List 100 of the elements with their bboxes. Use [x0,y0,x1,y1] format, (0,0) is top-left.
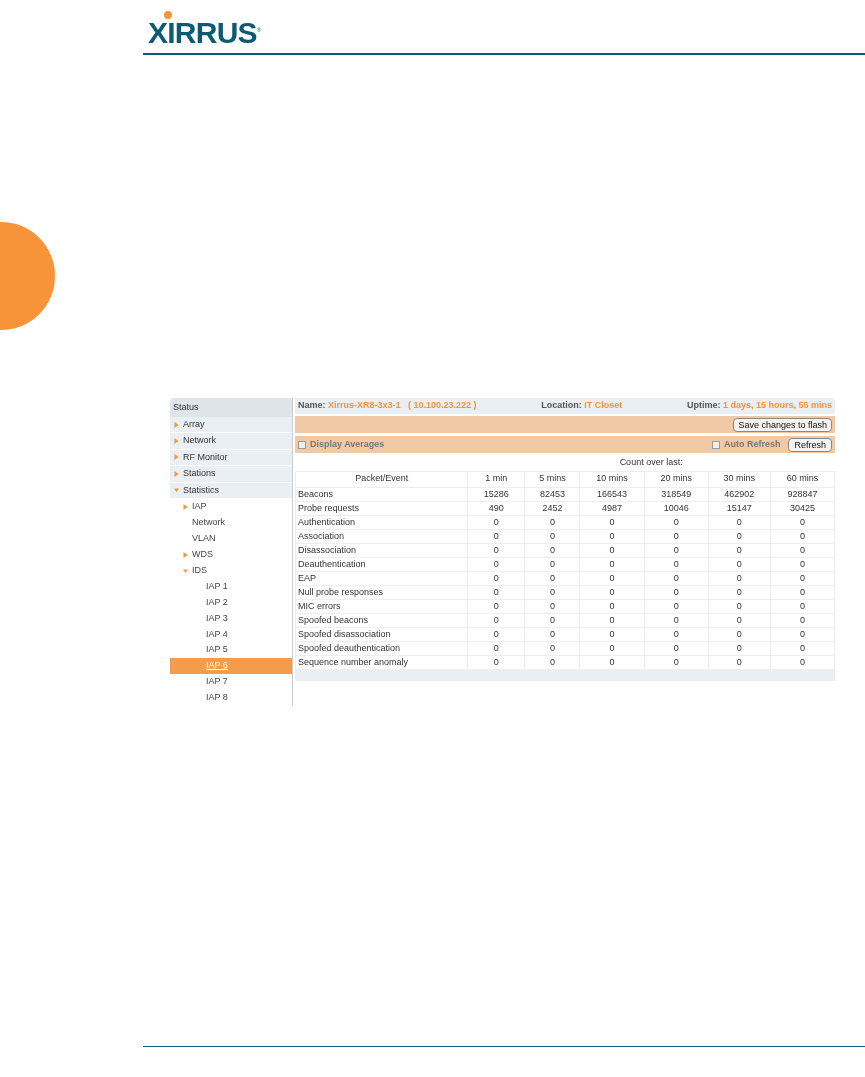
column-header: Packet/Event [295,471,468,487]
table-cell: 318549 [644,487,709,501]
checkbox[interactable] [711,440,720,449]
table-cell: 0 [580,613,645,627]
table-cell: 0 [644,515,709,529]
table-cell: 0 [467,599,525,613]
table-cell: 0 [770,529,835,543]
sidebar-header: Status [170,398,292,417]
location-text: Location: IT Closet [541,399,623,413]
table-cell: 0 [708,543,771,557]
table-cell: 15147 [708,501,771,515]
table-cell: 0 [644,655,709,669]
table-cell: 0 [770,571,835,585]
checkbox-label: Auto Refresh [723,437,781,451]
table-cell: MIC errors [295,599,468,613]
table-cell: 0 [580,585,645,599]
table-cell: 0 [644,599,709,613]
column-header: 30 mins [708,471,771,487]
table-cell: 0 [770,627,835,641]
table-cell: 462902 [708,487,771,501]
table-cell: 0 [708,585,771,599]
column-header: 10 mins [580,471,645,487]
table-cell: 0 [770,599,835,613]
table-cell: Disassociation [295,543,468,557]
table-cell: 0 [708,599,771,613]
sidebar-item[interactable]: Network [170,433,292,450]
table-cell: 166543 [580,487,645,501]
table-cell: 0 [708,515,771,529]
table-cell: 0 [770,641,835,655]
column-header: 1 min [467,471,525,487]
table-cell: 0 [770,613,835,627]
table-cell: 0 [644,557,709,571]
table-cell: EAP [295,571,468,585]
table-cell: 0 [708,613,771,627]
table-cell: 0 [580,641,645,655]
group-header: Count over last: [467,455,835,471]
save-button[interactable]: Save changes to flash [733,417,832,432]
table-cell: 0 [524,599,580,613]
table-cell: 0 [770,585,835,599]
table-cell: 0 [524,585,580,599]
table-cell: 0 [467,655,525,669]
checkbox[interactable] [298,440,306,449]
table-cell: 0 [524,641,580,655]
table-cell: 10046 [644,501,709,515]
table-cell: Sequence number anomaly [295,655,468,669]
table-cell: 0 [644,641,709,655]
table-cell: 0 [644,529,709,543]
table-cell: 0 [580,655,645,669]
table-cell: 0 [467,515,525,529]
table-cell: 0 [770,655,835,669]
column-header: 60 mins [770,471,835,487]
table-cell: 0 [524,515,580,529]
name-text: Name: Xirrus-XR8-3x3-1 ( 10.100.23.222 ) [298,399,477,413]
table-cell: Spoofed disassociation [295,627,468,641]
table-cell: 30425 [770,501,835,515]
table-cell: 0 [467,571,525,585]
table-cell: 0 [580,515,645,529]
refresh-button[interactable]: Refresh [788,437,832,452]
table-cell: 0 [770,557,835,571]
column-header: 5 mins [524,471,580,487]
table-cell: 0 [524,613,580,627]
table-cell: 0 [524,529,580,543]
table-cell: Null probe responses [295,585,468,599]
sidebar-item[interactable]: Stations [170,466,292,483]
table-cell: 928847 [770,487,835,501]
table-cell: 0 [708,641,771,655]
table-cell: 0 [580,571,645,585]
table-cell: Probe requests [295,501,468,515]
table-cell: 0 [467,613,525,627]
logo-text: XIRRUS [148,18,257,48]
table-cell: 0 [467,585,525,599]
table-cell: 0 [467,557,525,571]
table-cell: Authentication [295,515,468,529]
table-cell: 0 [708,655,771,669]
table-cell: 490 [467,501,525,515]
table-cell: 0 [708,557,771,571]
column-header: 20 mins [644,471,709,487]
checkbox-label: Display Averages [310,437,385,451]
table-cell: 0 [644,627,709,641]
table-cell: Association [295,529,468,543]
table-cell: 0 [467,543,525,557]
table-cell: Deauthentication [295,557,468,571]
table-cell: 0 [770,515,835,529]
table-cell: 0 [467,529,525,543]
table-cell: 15286 [467,487,525,501]
table-cell: 0 [524,655,580,669]
table-cell: 0 [467,627,525,641]
table-cell: 0 [524,627,580,641]
table-cell: 0 [524,543,580,557]
table-cell: 0 [708,627,771,641]
table-cell: 0 [708,571,771,585]
table-cell: 0 [580,627,645,641]
table-cell: 0 [644,613,709,627]
table-cell: 0 [524,571,580,585]
table-cell: Beacons [295,487,468,501]
table-cell: 82453 [524,487,580,501]
table-cell: 0 [644,585,709,599]
table-cell: 2452 [524,501,580,515]
table-cell: Spoofed deauthentication [295,641,468,655]
table-cell: 0 [580,557,645,571]
